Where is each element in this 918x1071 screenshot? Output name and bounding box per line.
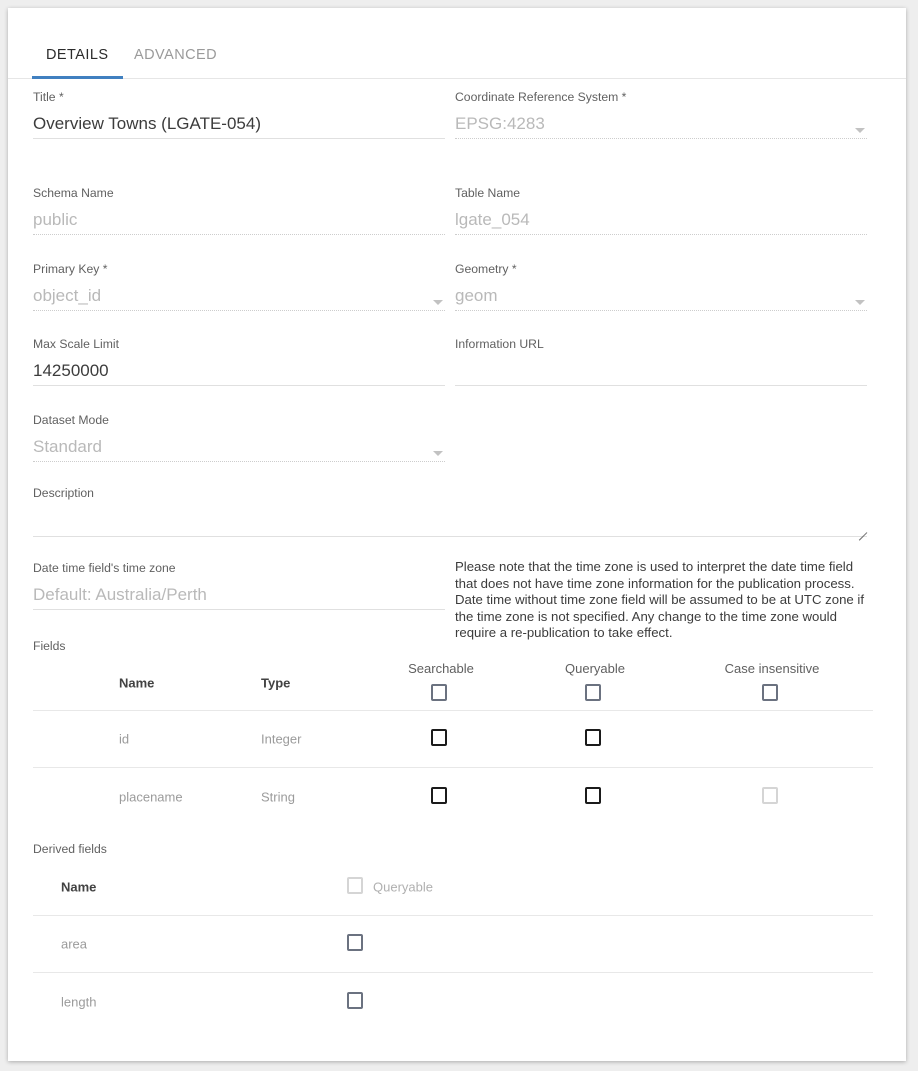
field-information-url-underline <box>455 385 867 386</box>
field-primary-key-underline <box>33 310 445 311</box>
field-description-underline <box>33 536 867 537</box>
searchable-checkbox[interactable] <box>431 786 447 804</box>
footer-action-bar: MAP FIELDS ADD FIELDS ASSIGN DICTIONARIE… <box>8 989 906 1061</box>
tab-details[interactable]: DETAILS <box>32 32 123 79</box>
derived-row-name: area <box>61 936 88 952</box>
field-primary-key[interactable]: Primary Key * object_id <box>33 262 445 324</box>
fields-column-searchable: Searchable <box>408 661 474 676</box>
fields-section-label: Fields <box>33 639 66 653</box>
field-table-name-underline <box>455 234 867 235</box>
fields-column-queryable: Queryable <box>565 661 625 676</box>
fields-column-name: Name <box>119 675 155 691</box>
field-schema-name-underline <box>33 234 445 235</box>
field-title-label: Title * <box>33 90 64 104</box>
queryable-select-all-checkbox[interactable] <box>585 684 601 701</box>
field-geometry-value: geom <box>455 286 498 305</box>
derived-queryable-select-all-checkbox <box>347 877 363 894</box>
field-schema-name[interactable]: Schema Name public <box>33 186 445 248</box>
field-description[interactable]: Description <box>33 486 868 544</box>
tab-advanced-label: ADVANCED <box>134 47 218 63</box>
searchable-checkbox[interactable] <box>431 729 447 746</box>
field-geometry[interactable]: Geometry * geom <box>455 262 867 324</box>
field-information-url-label: Information URL <box>455 337 544 351</box>
field-dataset-mode-value: Standard <box>33 437 102 456</box>
chevron-down-icon[interactable] <box>433 451 443 456</box>
field-table-name-value: lgate_054 <box>455 210 530 229</box>
field-dataset-mode[interactable]: Dataset Mode Standard <box>33 413 445 475</box>
field-max-scale-limit-underline <box>33 385 445 386</box>
field-datetime-timezone[interactable]: Date time field's time zone Default: Aus… <box>33 561 445 623</box>
field-crs-underline <box>455 138 867 139</box>
chevron-down-icon[interactable] <box>433 300 443 305</box>
field-max-scale-limit-value: 14250000 <box>33 361 109 380</box>
field-table-name-label: Table Name <box>455 186 521 200</box>
textarea-resize-handle[interactable] <box>855 522 868 541</box>
fields-header-case-insensitive-checkbox-wrap[interactable] <box>762 684 782 704</box>
field-dataset-mode-label: Dataset Mode <box>33 413 109 427</box>
queryable-checkbox[interactable] <box>585 786 601 804</box>
searchable-select-all-checkbox[interactable] <box>431 684 447 701</box>
derived-column-queryable: Queryable <box>373 879 433 895</box>
derived-column-name: Name <box>61 879 97 895</box>
field-title-value: Overview Towns (LGATE-054) <box>33 114 261 133</box>
field-coordinate-reference-system[interactable]: Coordinate Reference System * EPSG:4283 <box>455 90 867 152</box>
field-title[interactable]: Title * Overview Towns (LGATE-054) <box>33 90 445 152</box>
derived-fields-section-label: Derived fields <box>33 842 107 856</box>
field-row-name: placename <box>119 789 183 804</box>
queryable-checkbox[interactable] <box>585 729 601 746</box>
table-row: placename String <box>33 768 873 825</box>
field-information-url[interactable]: Information URL <box>455 337 867 399</box>
timezone-note: Please note that the time zone is used t… <box>455 559 864 641</box>
field-datetime-timezone-label: Date time field's time zone <box>33 561 176 575</box>
field-schema-name-value: public <box>33 210 78 229</box>
fields-header-searchable-checkbox-wrap[interactable] <box>431 684 451 704</box>
chevron-down-icon[interactable] <box>855 128 865 133</box>
field-max-scale-limit-label: Max Scale Limit <box>33 337 120 351</box>
case-insensitive-checkbox <box>762 786 778 804</box>
derived-header-queryable-wrap <box>347 877 367 897</box>
tab-details-label: DETAILS <box>46 47 109 63</box>
fields-table: Name Type Searchable Queryable Case inse… <box>33 656 873 825</box>
field-row-type: Integer <box>261 731 302 747</box>
derived-queryable-checkbox[interactable] <box>347 934 363 951</box>
derived-table-header-row: Name Queryable <box>33 859 873 916</box>
field-row-searchable-wrap[interactable] <box>431 786 451 807</box>
field-geometry-underline <box>455 310 867 311</box>
field-row-case-insensitive-wrap <box>762 786 782 807</box>
tab-advanced[interactable]: ADVANCED <box>120 32 231 78</box>
field-primary-key-value: object_id <box>33 286 102 305</box>
fields-table-header-row: Name Type Searchable Queryable Case inse… <box>33 656 873 711</box>
list-item: area <box>33 916 873 973</box>
field-primary-key-label: Primary Key * <box>33 262 108 276</box>
table-row: id Integer <box>33 711 873 768</box>
field-schema-name-label: Schema Name <box>33 186 114 200</box>
field-row-queryable-wrap[interactable] <box>585 729 605 749</box>
case-insensitive-select-all-checkbox[interactable] <box>762 684 778 701</box>
field-geometry-label: Geometry * <box>455 262 517 276</box>
field-row-type: String <box>261 789 295 804</box>
dataset-details-card: DETAILS ADVANCED Title * Overview Towns … <box>8 8 906 1061</box>
chevron-down-icon[interactable] <box>855 300 865 305</box>
field-datetime-timezone-underline <box>33 609 445 610</box>
fields-header-queryable-checkbox-wrap[interactable] <box>585 684 605 704</box>
field-table-name[interactable]: Table Name lgate_054 <box>455 186 867 248</box>
field-title-underline <box>33 138 445 139</box>
field-crs-label: Coordinate Reference System * <box>455 90 627 104</box>
field-datetime-timezone-value: Default: Australia/Perth <box>33 585 207 604</box>
field-description-label: Description <box>33 486 94 500</box>
field-max-scale-limit[interactable]: Max Scale Limit 14250000 <box>33 337 445 399</box>
fields-column-case-insensitive: Case insensitive <box>724 661 820 676</box>
field-row-searchable-wrap[interactable] <box>431 729 451 749</box>
field-crs-value: EPSG:4283 <box>455 114 545 133</box>
tab-bar: DETAILS ADVANCED <box>8 32 906 79</box>
fields-column-type: Type <box>261 675 291 691</box>
field-dataset-mode-underline <box>33 461 445 462</box>
field-row-name: id <box>119 731 130 747</box>
derived-row-queryable-wrap[interactable] <box>347 934 367 954</box>
field-row-queryable-wrap[interactable] <box>585 786 605 807</box>
